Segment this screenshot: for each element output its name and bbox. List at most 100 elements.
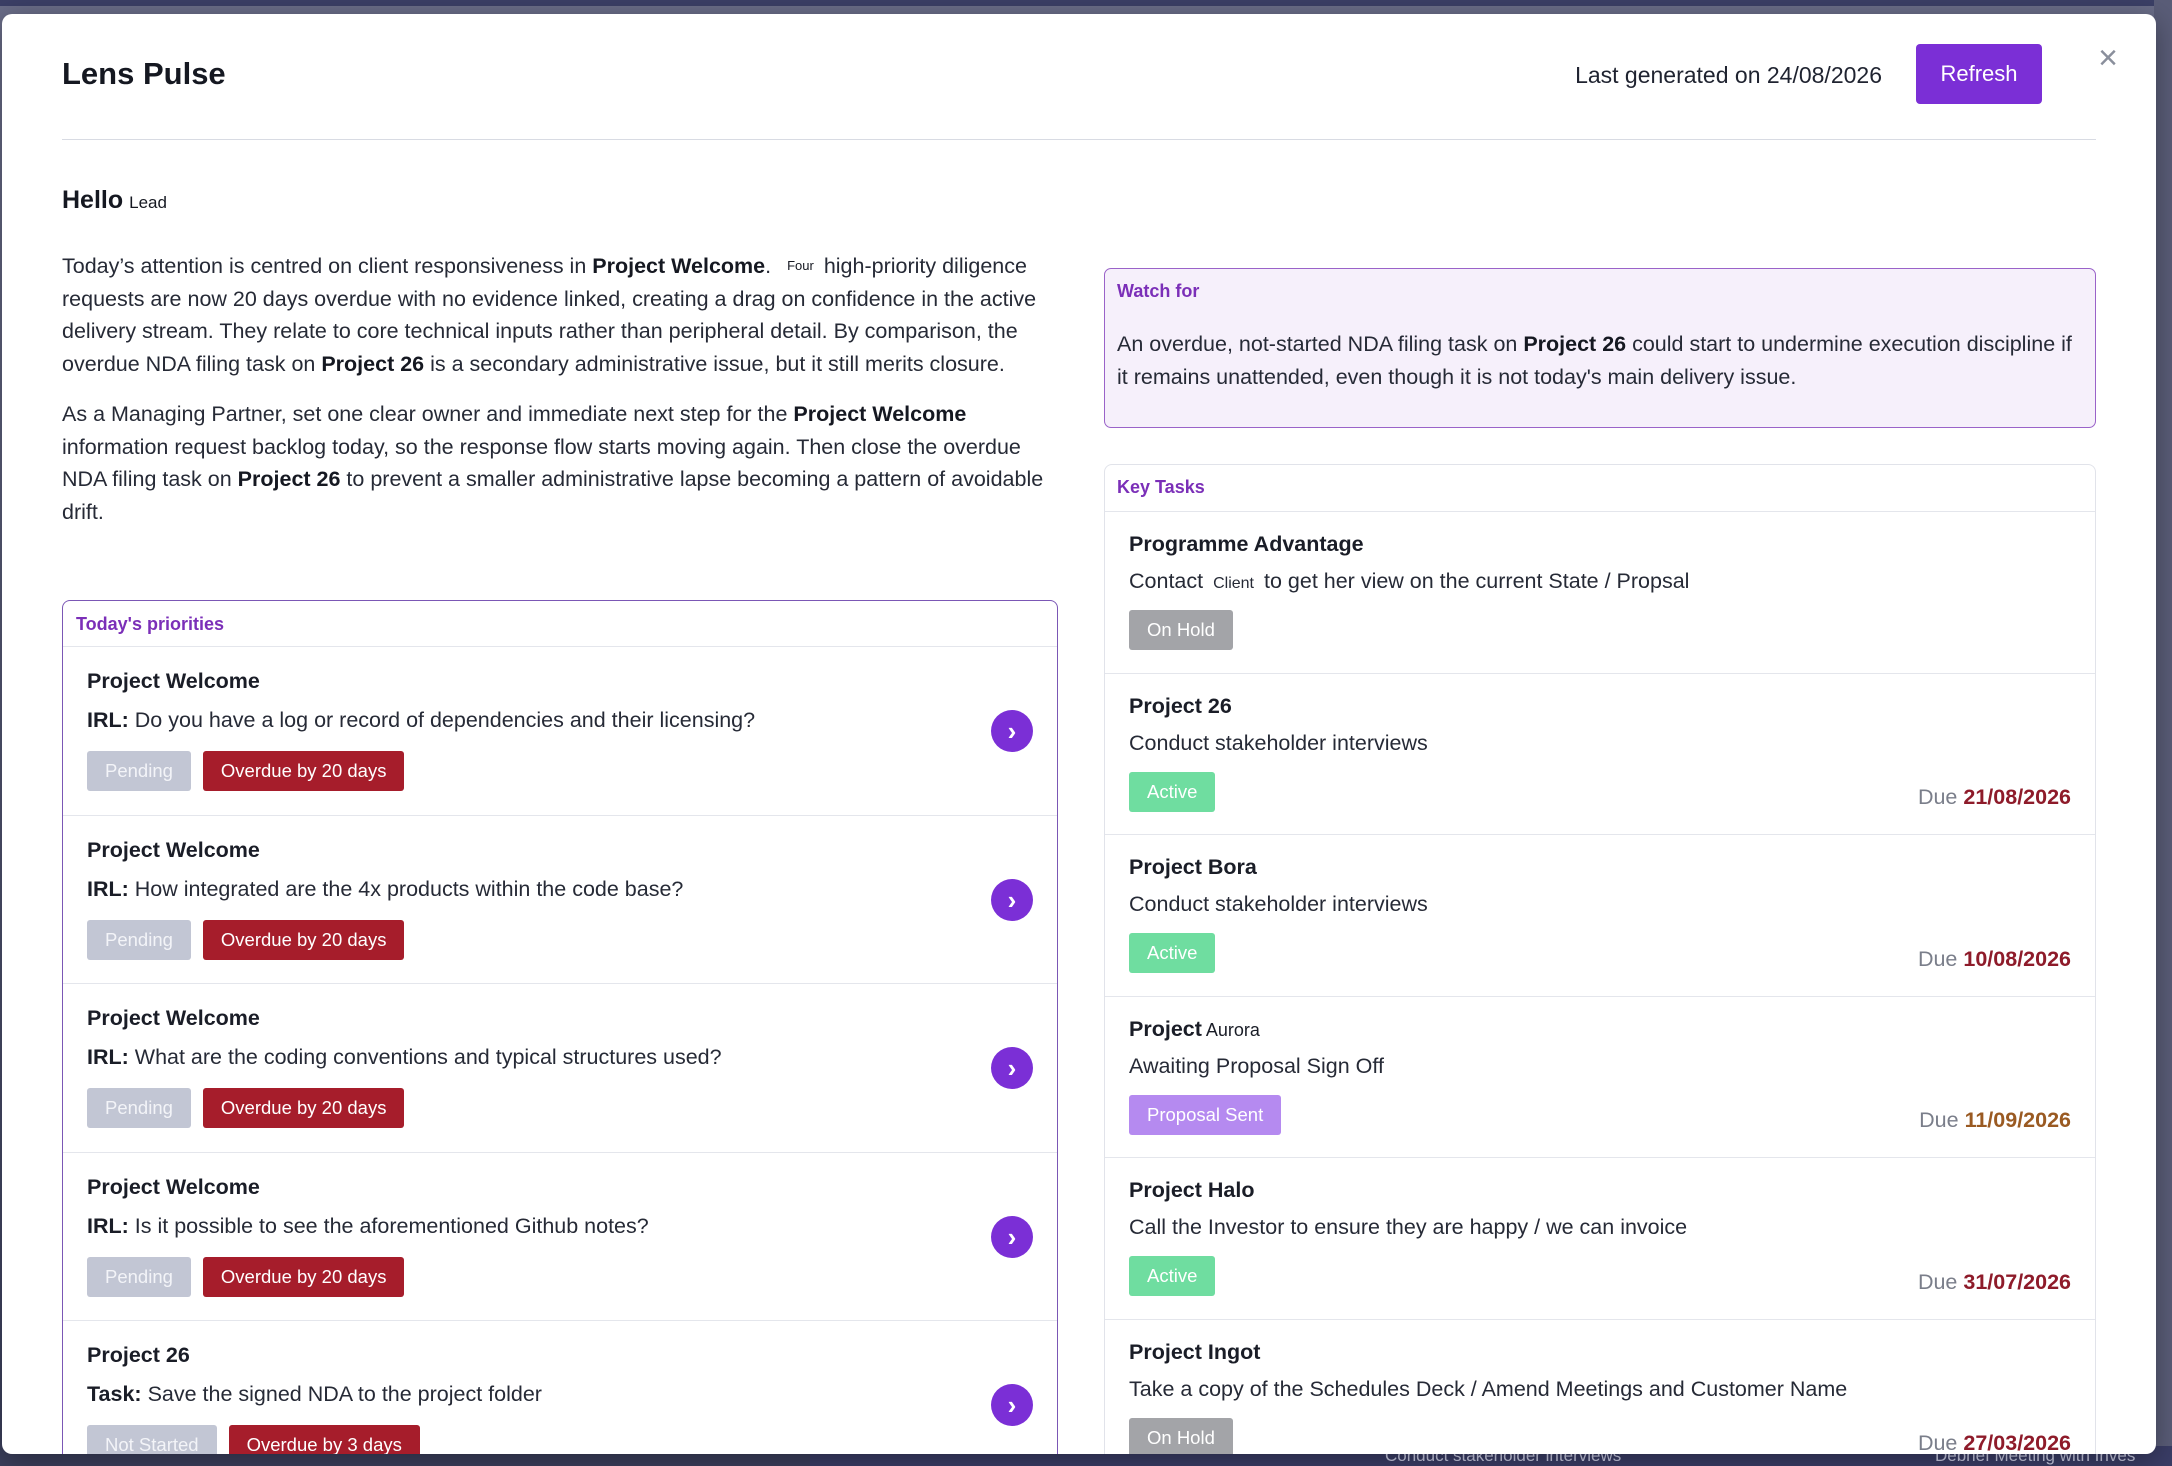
priority-item[interactable]: Project Welcome IRL: Is it possible to s… — [63, 1153, 1057, 1321]
summary-text: . — [765, 254, 778, 278]
chevron-right-icon[interactable]: › — [991, 1384, 1033, 1426]
refresh-button[interactable]: Refresh — [1916, 44, 2042, 104]
watch-for-panel: Watch for An overdue, not-started NDA fi… — [1104, 268, 2096, 428]
priority-kind: IRL: — [87, 876, 129, 901]
key-task-item[interactable]: Project Ingot Take a copy of the Schedul… — [1105, 1320, 2095, 1454]
summary-text: Today’s attention is centred on client r… — [62, 254, 593, 278]
priority-kind: IRL: — [87, 708, 129, 732]
due-date: Due 21/08/2026 — [1918, 785, 2071, 810]
modal-title: Lens Pulse — [62, 56, 226, 91]
key-task-project: Programme Advantage — [1129, 532, 2071, 557]
watch-for-heading: Watch for — [1117, 281, 1200, 301]
key-task-description: Call the Investor to ensure they are hap… — [1129, 1215, 1688, 1239]
key-task-project-name: Project Ingot — [1129, 1339, 1261, 1364]
key-task-description: Conduct stakeholder interviews — [1129, 892, 1428, 916]
chevron-right-icon[interactable]: › — [991, 878, 1033, 921]
key-task-project-name: Project Halo — [1129, 1178, 1255, 1202]
key-task-text: Contact — [1129, 569, 1204, 593]
due-date-value: 10/08/2026 — [1963, 946, 2071, 971]
priority-item[interactable]: Project Welcome IRL: Do you have a log o… — [63, 647, 1057, 816]
chevron-right-icon[interactable]: › — [991, 1047, 1033, 1089]
key-task-project-name: Project 26 — [1129, 693, 1232, 718]
key-task-project-name: Project — [1129, 1016, 1202, 1041]
key-task-project: Project Aurora — [1129, 1017, 2071, 1042]
due-date: Due 11/09/2026 — [1919, 1108, 2071, 1133]
summary-text: As a Managing Partner, set one clear own… — [62, 402, 794, 426]
due-date-value: 21/08/2026 — [1963, 785, 2071, 809]
priority-kind: Task: — [87, 1382, 142, 1406]
due-date-value: 27/03/2026 — [1963, 1431, 2071, 1454]
key-task-text: to get her view on the current State / P… — [1264, 569, 1690, 593]
priority-item[interactable]: Project 26 Task: Save the signed NDA to … — [63, 1321, 1057, 1454]
summary-paragraph: Today’s attention is centred on client r… — [62, 250, 1058, 380]
priority-text: Save the signed NDA to the project folde… — [147, 1382, 542, 1406]
summary-project-ref: Project Welcome — [592, 254, 766, 278]
summary-text: is a secondary administrative issue, but… — [424, 351, 1005, 376]
due-date-value: 11/09/2026 — [1964, 1108, 2071, 1132]
due-prefix: Due — [1917, 785, 1958, 809]
status-badge: On Hold — [1129, 1417, 1233, 1454]
lens-pulse-modal: Lens Pulse Last generated on 24/08/2026 … — [2, 14, 2156, 1454]
key-tasks-heading: Key Tasks — [1105, 465, 2095, 512]
key-task-project: Project Ingot — [1129, 1340, 2071, 1365]
summary-project-ref: Project Welcome — [793, 402, 967, 426]
key-task-project: Project 26 — [1129, 694, 2071, 719]
due-prefix: Due — [1917, 946, 1958, 971]
background-right-column — [2154, 0, 2172, 1466]
key-task-item[interactable]: Project Halo Call the Investor to ensure… — [1105, 1158, 2095, 1320]
key-tasks-panel: Key Tasks Programme Advantage Contact Cl… — [1104, 464, 2096, 1454]
priority-badges: Pending Overdue by 20 days — [87, 919, 1033, 960]
status-badge: Active — [1129, 771, 1216, 812]
due-date-value: 31/07/2026 — [1963, 1269, 2071, 1294]
watch-text: An overdue, not-started NDA filing task … — [1117, 332, 1524, 356]
priority-text: Do you have a log or record of dependenc… — [134, 708, 756, 732]
close-icon[interactable]: × — [2092, 41, 2124, 75]
key-task-project-name: Project Bora — [1129, 855, 1257, 879]
key-task-item[interactable]: Project Aurora Awaiting Proposal Sign Off… — [1105, 997, 2095, 1158]
overdue-badge: Overdue by 20 days — [202, 1088, 405, 1128]
priority-description: Task: Save the signed NDA to the project… — [87, 1382, 1033, 1407]
todays-priorities-panel: Today's priorities Project Welcome IRL: … — [62, 600, 1058, 1454]
priorities-heading: Today's priorities — [63, 601, 1057, 647]
status-badge: Pending — [87, 751, 191, 791]
greeting-role: Lead — [129, 193, 167, 212]
priority-badges: Pending Overdue by 20 days — [87, 751, 1033, 791]
pulse-summary: Today’s attention is centred on client r… — [62, 250, 1058, 528]
status-badge: Pending — [87, 919, 191, 960]
chevron-right-icon[interactable]: › — [991, 710, 1033, 752]
status-badge: Proposal Sent — [1129, 1094, 1282, 1135]
due-prefix: Due — [1917, 1431, 1958, 1454]
key-task-item[interactable]: Project Bora Conduct stakeholder intervi… — [1105, 835, 2095, 997]
key-task-item[interactable]: Programme Advantage Contact Client to get… — [1105, 512, 2095, 674]
greeting-hello: Hello — [62, 186, 124, 214]
due-date: Due 31/07/2026 — [1918, 1270, 2071, 1295]
contact-chip: Client — [1213, 575, 1254, 592]
key-task-badges: On Hold — [1129, 610, 2071, 650]
greeting: Hello Lead — [62, 186, 167, 215]
due-prefix: Due — [1917, 1269, 1958, 1294]
priority-item[interactable]: Project Welcome IRL: How integrated are … — [63, 816, 1057, 984]
modal-header: Lens Pulse Last generated on 24/08/2026 … — [62, 14, 2118, 140]
overdue-badge: Overdue by 3 days — [228, 1425, 420, 1454]
key-task-project: Project Bora — [1129, 855, 2071, 880]
priority-project: Project 26 — [87, 1343, 190, 1367]
priority-item[interactable]: Project Welcome IRL: What are the coding… — [63, 984, 1057, 1153]
priority-project: Project Welcome — [87, 1006, 260, 1030]
priority-description: IRL: What are the coding conventions and… — [87, 1045, 1033, 1070]
overdue-badge: Overdue by 20 days — [202, 919, 405, 960]
priority-description: IRL: How integrated are the 4x products … — [87, 877, 1033, 902]
key-task-item[interactable]: Project 26 Conduct stakeholder interview… — [1105, 674, 2095, 835]
key-task-project-suffix: Aurora — [1205, 1019, 1260, 1040]
priority-project: Project Welcome — [87, 669, 260, 693]
priority-project: Project Welcome — [87, 837, 260, 862]
status-badge: Active — [1129, 1256, 1216, 1296]
status-badge: Active — [1129, 933, 1216, 973]
status-badge: Not Started — [87, 1425, 217, 1454]
priority-badges: Not Started Overdue by 3 days — [87, 1425, 1033, 1454]
priority-text: What are the coding conventions and typi… — [134, 1045, 722, 1069]
chevron-right-icon[interactable]: › — [991, 1215, 1033, 1258]
summary-paragraph: As a Managing Partner, set one clear own… — [62, 398, 1058, 528]
priority-badges: Pending Overdue by 20 days — [87, 1256, 1033, 1297]
watch-project-ref: Project 26 — [1523, 332, 1627, 356]
key-task-description: Take a copy of the Schedules Deck / Amen… — [1129, 1376, 1848, 1401]
